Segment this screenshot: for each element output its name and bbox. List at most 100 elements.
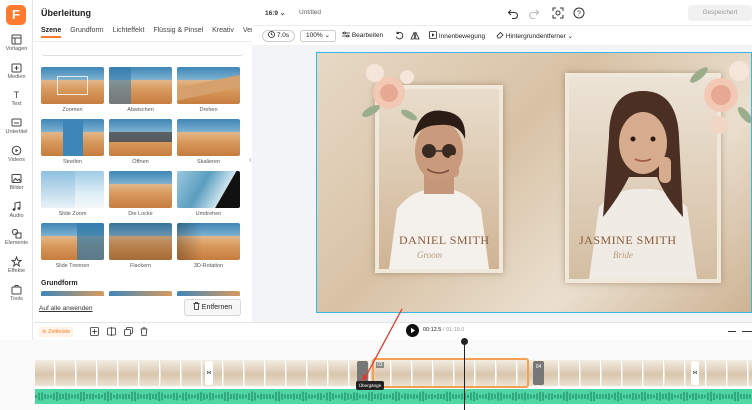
transition-marker[interactable]: ⋈ [205, 361, 213, 385]
undo-icon[interactable] [507, 7, 519, 19]
rail-label: Elemente [4, 240, 29, 246]
audio-track[interactable] [35, 389, 752, 404]
waveform-bar [653, 394, 655, 399]
waveform-bar [380, 392, 382, 401]
rail-label: Untertitel [5, 129, 28, 135]
tab-fluessig-pinsel[interactable]: Flüssig & Pinsel [153, 27, 203, 34]
rail-item-subtitles[interactable]: Untertitel [0, 117, 33, 141]
playhead[interactable] [464, 340, 465, 410]
tab-lichteffekt[interactable]: Lichteffekt [113, 27, 145, 34]
transition-tile-slide-trennen[interactable] [41, 223, 104, 260]
waveform-bar [53, 392, 55, 401]
waveform-bar [257, 394, 259, 399]
video-canvas[interactable]: DANIEL SMITH Groom JASMINE SMITH Bride [316, 52, 752, 313]
waveform-bar [227, 391, 229, 402]
inner-motion-button[interactable]: Innenbewegung [429, 31, 485, 40]
redo-icon[interactable] [528, 7, 540, 19]
waveform-bar [176, 392, 178, 401]
waveform-bar [212, 393, 214, 400]
duplicate-icon[interactable] [124, 327, 133, 336]
transition-tile-zoomen[interactable] [41, 67, 104, 104]
waveform-bar [266, 394, 268, 399]
transition-marker[interactable]: ⋈ [691, 361, 699, 385]
text-icon: T [14, 90, 20, 100]
aspect-ratio-select[interactable]: 16:9 ⌄ [265, 9, 285, 17]
transition-tile-3d-rotation[interactable] [177, 223, 240, 260]
waveform-bar [284, 394, 286, 399]
zoom-slider[interactable] [742, 331, 752, 332]
section-title-grundform: Grundform [41, 280, 78, 287]
duration-button[interactable]: 7.0s [262, 30, 296, 42]
waveform-bar [179, 394, 181, 399]
remove-button[interactable]: Entfernen [184, 299, 241, 316]
waveform-bar [593, 391, 595, 402]
waveform-bar [662, 393, 664, 400]
waveform-bar [350, 394, 352, 399]
transition-tile-drehen[interactable] [177, 67, 240, 104]
transition-tile-oeffnen[interactable] [109, 119, 172, 156]
rail-item-media[interactable]: Medien [0, 62, 33, 86]
rail-item-images[interactable]: Bilder [0, 173, 33, 197]
waveform-bar [404, 393, 406, 400]
waveform-bar [104, 392, 106, 401]
transition-tile-umdrehen[interactable] [177, 171, 240, 208]
bg-remover-button[interactable]: Hintergrundentferner ⌄ [496, 31, 573, 40]
transition-tile-die-locke[interactable] [109, 171, 172, 208]
rail-item-tools[interactable]: Tools [0, 284, 33, 308]
waveform-bar [449, 392, 451, 401]
transition-tile-flackern[interactable] [109, 223, 172, 260]
timeline-mode-button[interactable]: ≋ Zeitleiste [39, 327, 74, 337]
selected-clip[interactable]: 03 [372, 358, 529, 388]
zoom-select[interactable]: 100% ⌄ [300, 30, 336, 42]
playhead-handle[interactable] [461, 338, 468, 345]
saved-status-button[interactable]: Gespeichert [688, 5, 752, 21]
rail-item-effects[interactable]: Effekte [0, 256, 33, 280]
flip-icon[interactable] [410, 31, 420, 40]
transition-label: Skalieren [197, 159, 220, 165]
waveform-bar [530, 394, 532, 399]
project-name[interactable]: Untitled [299, 9, 321, 16]
transition-tile-abwischen[interactable] [109, 67, 172, 104]
tab-grundform[interactable]: Grundform [70, 27, 103, 34]
waveform-bar [194, 394, 196, 399]
groom-title: Groom [417, 250, 443, 260]
rail-item-elements[interactable]: Elemente [0, 228, 33, 252]
rail-item-audio[interactable]: Audio [0, 201, 33, 225]
edit-button[interactable]: Bearbeiten [342, 31, 383, 39]
app-logo[interactable]: F [6, 5, 26, 25]
play-button[interactable] [406, 324, 419, 337]
waveform-bar [272, 394, 274, 399]
transition-tile-slide-zoom[interactable] [41, 171, 104, 208]
waveform-bar [233, 393, 235, 400]
clip-thumbnail [98, 360, 118, 386]
tab-szene[interactable]: Szene [41, 27, 62, 38]
waveform-bar [731, 393, 733, 400]
zoom-out-control[interactable] [728, 331, 736, 332]
transition-marker[interactable]: 04 [533, 361, 544, 385]
waveform-bar [638, 394, 640, 399]
rail-item-templates[interactable]: Vorlagen [0, 34, 33, 58]
transition-tile-streifen[interactable] [41, 119, 104, 156]
rotate-icon[interactable] [395, 31, 404, 40]
waveform-bar [650, 394, 652, 399]
waveform-bar [128, 394, 130, 399]
waveform-bar [98, 393, 100, 400]
duration-value: 7.0s [276, 32, 290, 39]
help-icon[interactable]: ? [573, 7, 585, 19]
apply-all-link[interactable]: Auf alle anwenden [39, 305, 93, 312]
transition-tile-skalieren[interactable] [177, 119, 240, 156]
zoom-value: 100% [306, 32, 323, 39]
tab-kreativ[interactable]: Kreativ [212, 27, 234, 34]
add-clip-icon[interactable] [90, 327, 99, 336]
screenshot-icon[interactable] [552, 7, 564, 19]
split-icon[interactable] [107, 327, 116, 336]
waveform-bar [116, 393, 118, 400]
waveform-bar [359, 394, 361, 399]
scroll-top-edge [41, 48, 244, 56]
delete-icon[interactable] [140, 327, 148, 336]
waveform-bar [197, 393, 199, 400]
waveform-bar [182, 392, 184, 401]
rail-item-videos[interactable]: Videos [0, 145, 33, 169]
waveform-bar [62, 394, 64, 399]
rail-item-text[interactable]: T Text [0, 89, 33, 113]
